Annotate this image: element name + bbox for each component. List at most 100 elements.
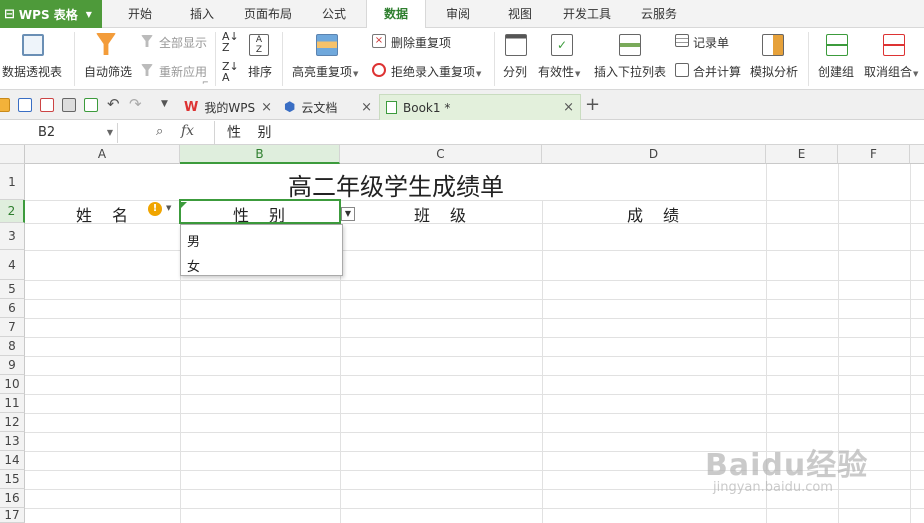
- column-header-c[interactable]: C: [340, 145, 542, 164]
- sort-ascending-icon[interactable]: A↓ Z: [222, 31, 239, 53]
- row-header[interactable]: 4: [0, 250, 25, 280]
- cell-dropdown-button[interactable]: ▼: [341, 207, 355, 221]
- validity-label: 有效性: [538, 65, 575, 79]
- reject-duplicates-button[interactable]: 拒绝录入重复项▼: [391, 63, 481, 80]
- column-header-e[interactable]: E: [766, 145, 838, 164]
- row-header[interactable]: 7: [0, 318, 25, 337]
- cell-c2[interactable]: 班 级: [340, 202, 542, 226]
- warning-icon[interactable]: !: [148, 202, 162, 216]
- wps-logo-icon: ⊟: [4, 6, 15, 22]
- redo-icon[interactable]: ↷: [129, 95, 142, 113]
- create-group-icon: [826, 34, 848, 56]
- row-header[interactable]: 9: [0, 356, 25, 375]
- delete-duplicates-icon: ×: [372, 34, 386, 48]
- record-sheet-button[interactable]: 记录单: [693, 34, 729, 51]
- row-header[interactable]: 8: [0, 337, 25, 356]
- ungroup-button[interactable]: 取消组合▼: [864, 63, 918, 80]
- column-header-a[interactable]: A: [25, 145, 180, 164]
- row-header[interactable]: 16: [0, 489, 25, 508]
- grid-line: [25, 299, 924, 300]
- export-pdf-icon[interactable]: [40, 98, 54, 112]
- close-icon[interactable]: ×: [361, 100, 372, 115]
- tab-home[interactable]: 开始: [115, 0, 165, 28]
- select-all-corner[interactable]: [0, 145, 25, 164]
- row-header[interactable]: 1: [0, 164, 25, 200]
- tab-page-layout[interactable]: 页面布局: [236, 0, 300, 28]
- column-header-b[interactable]: B: [180, 145, 340, 164]
- row-header[interactable]: 11: [0, 394, 25, 413]
- open-folder-icon[interactable]: [0, 98, 10, 112]
- dialog-launcher-icon[interactable]: ⌐: [202, 78, 209, 87]
- tab-cloud[interactable]: 云服务: [628, 0, 690, 28]
- dropdown-option-male[interactable]: 男: [187, 231, 200, 250]
- tab-view[interactable]: 视图: [496, 0, 544, 28]
- formula-input[interactable]: 性 别: [214, 121, 924, 145]
- row-header[interactable]: 2: [0, 200, 25, 223]
- pivot-table-icon: [22, 34, 44, 56]
- merge-calc-button[interactable]: 合并计算: [693, 63, 741, 80]
- reapply-button[interactable]: 重新应用: [159, 63, 207, 80]
- row-header[interactable]: 12: [0, 413, 25, 432]
- print-icon[interactable]: [62, 98, 76, 112]
- column-header-g[interactable]: [910, 145, 924, 164]
- tab-developer[interactable]: 开发工具: [556, 0, 618, 28]
- create-group-button[interactable]: 创建组: [818, 63, 854, 80]
- new-tab-plus-icon[interactable]: +: [585, 94, 600, 115]
- caret-down-icon: ▼: [476, 70, 482, 78]
- divider: [282, 32, 283, 86]
- dropdown-option-female[interactable]: 女: [187, 256, 200, 275]
- customize-toolbar-icon[interactable]: ▼: [161, 99, 168, 109]
- row-header[interactable]: 15: [0, 470, 25, 489]
- chevron-down-icon[interactable]: ▼: [107, 123, 113, 143]
- tab-review[interactable]: 审阅: [434, 0, 482, 28]
- row-header[interactable]: 5: [0, 280, 25, 299]
- validity-button[interactable]: 有效性▼: [538, 63, 580, 80]
- save-icon[interactable]: [18, 98, 32, 112]
- column-header-d[interactable]: D: [542, 145, 766, 164]
- chevron-down-icon: ▼: [85, 9, 92, 19]
- tab-insert[interactable]: 插入: [178, 0, 226, 28]
- row-header[interactable]: 13: [0, 432, 25, 451]
- row-header[interactable]: 6: [0, 299, 25, 318]
- row-header[interactable]: 14: [0, 451, 25, 470]
- simulation-button[interactable]: 模拟分析: [750, 63, 798, 80]
- doc-tab-label: 我的WPS: [204, 100, 256, 115]
- cell-d2[interactable]: 成 绩: [542, 202, 766, 226]
- column-header-f[interactable]: F: [838, 145, 910, 164]
- pivot-table-button[interactable]: 数据透视表: [2, 63, 62, 80]
- grid-line: [25, 356, 924, 357]
- spreadsheet-icon: [386, 101, 397, 114]
- row-header[interactable]: 3: [0, 223, 25, 250]
- show-all-button[interactable]: 全部显示: [159, 34, 207, 51]
- doc-tab-my-wps[interactable]: W 我的WPS ×: [178, 94, 278, 120]
- tab-data[interactable]: 数据: [366, 0, 426, 29]
- close-icon[interactable]: ×: [563, 100, 574, 115]
- validation-dropdown[interactable]: 男 女: [180, 224, 343, 276]
- sort-descending-icon[interactable]: Z↓ A: [222, 61, 239, 83]
- highlight-duplicates-button[interactable]: 高亮重复项▼: [292, 63, 358, 80]
- auto-filter-button[interactable]: 自动筛选: [84, 63, 132, 80]
- row-header[interactable]: 10: [0, 375, 25, 394]
- caret-down-icon[interactable]: ▼: [166, 204, 171, 212]
- insert-dropdown-button[interactable]: 插入下拉列表: [594, 63, 666, 80]
- print-preview-icon[interactable]: [84, 98, 98, 112]
- search-icon[interactable]: ⌕: [156, 124, 163, 139]
- reject-duplicates-icon: [372, 63, 386, 77]
- grid-line: [25, 394, 924, 395]
- insert-function-icon[interactable]: fx: [181, 123, 194, 139]
- tab-formula[interactable]: 公式: [311, 0, 357, 28]
- sort-button[interactable]: 排序: [248, 63, 272, 80]
- ungroup-label: 取消组合: [864, 65, 913, 79]
- close-icon[interactable]: ×: [261, 100, 272, 115]
- simulation-icon: [762, 34, 784, 56]
- app-menu-button[interactable]: ⊟ WPS 表格 ▼: [0, 0, 102, 28]
- split-column-button[interactable]: 分列: [503, 63, 527, 80]
- caret-down-icon: ▼: [913, 70, 919, 78]
- name-box[interactable]: B2 ▼: [0, 123, 118, 143]
- doc-tab-cloud-docs[interactable]: ⬢ 云文档 ×: [278, 94, 378, 120]
- caret-down-icon: ▼: [353, 70, 359, 78]
- doc-tab-book1[interactable]: Book1 * ×: [379, 94, 581, 120]
- delete-duplicates-button[interactable]: 删除重复项: [391, 34, 451, 51]
- row-header[interactable]: 17: [0, 508, 25, 523]
- undo-icon[interactable]: ↶: [107, 95, 120, 113]
